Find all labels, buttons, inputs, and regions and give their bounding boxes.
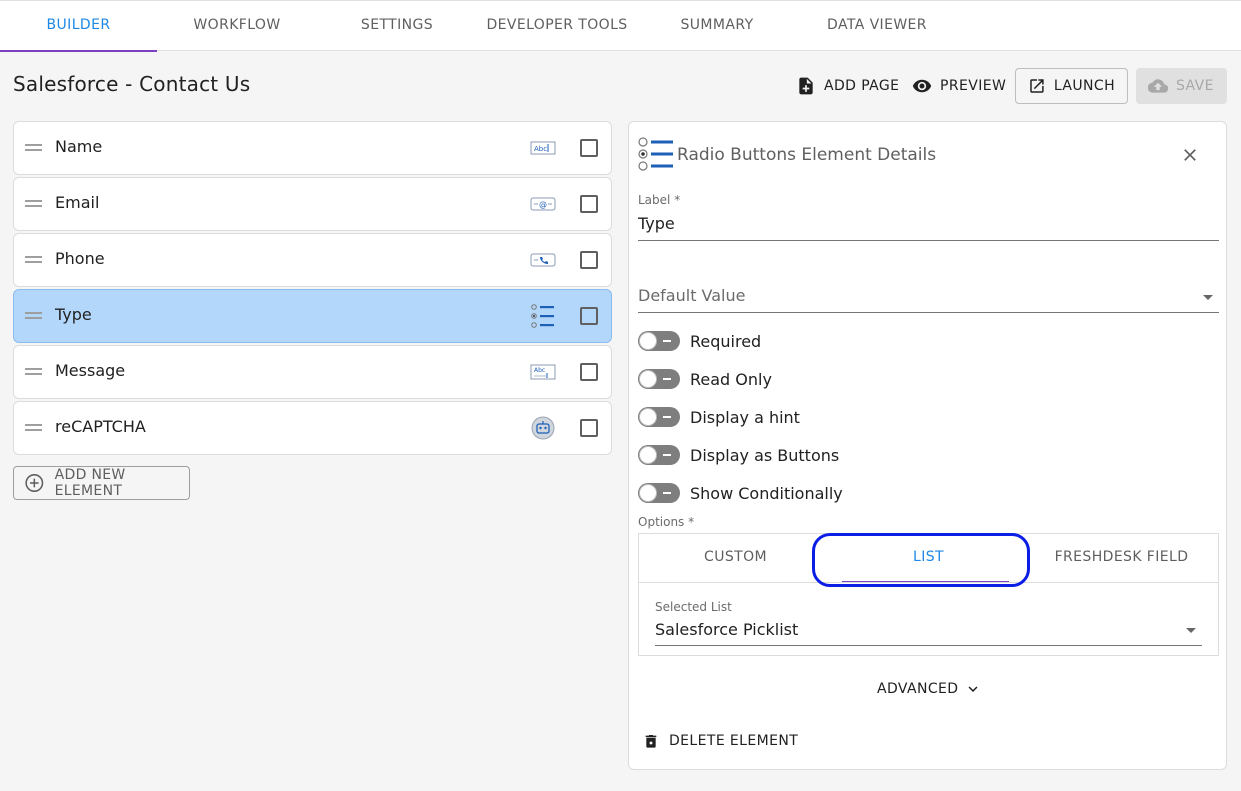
delete-icon: [645, 735, 657, 748]
element-details-panel: Radio Buttons Element Details Label * Ty…: [628, 121, 1227, 770]
page-title: Salesforce - Contact Us: [13, 72, 251, 96]
show-conditionally-toggle[interactable]: Show Conditionally: [638, 481, 843, 505]
element-label: Message: [55, 361, 126, 380]
add-page-button[interactable]: ADD PAGE: [788, 68, 907, 104]
text-field-icon: Abc: [530, 141, 556, 155]
element-row-name[interactable]: Name Abc: [13, 121, 612, 175]
delete-element-label: DELETE ELEMENT: [669, 733, 799, 749]
default-value-select[interactable]: Default Value: [638, 281, 1219, 313]
tab-developer-tools[interactable]: DEVELOPER TOOLS: [477, 2, 637, 51]
delete-element-button[interactable]: DELETE ELEMENT: [643, 732, 798, 750]
selected-list-value: Salesforce Picklist: [655, 620, 799, 639]
options-caption: Options *: [638, 515, 695, 529]
drag-handle-icon[interactable]: [25, 144, 42, 152]
panel-title: Radio Buttons Element Details: [677, 145, 937, 165]
tab-list[interactable]: LIST: [832, 534, 1025, 583]
add-new-element-label: ADD NEW ELEMENT: [54, 467, 126, 499]
toggle-label: Show Conditionally: [690, 483, 843, 503]
element-label: Name: [55, 137, 103, 156]
read-only-toggle[interactable]: Read Only: [638, 367, 772, 391]
tab-freshdesk-field[interactable]: FRESHDESK FIELD: [1025, 534, 1218, 583]
element-row-message[interactable]: Message Abc: [13, 345, 612, 399]
add-page-label: ADD PAGE: [824, 78, 900, 94]
dropdown-arrow-icon: [1186, 628, 1196, 633]
preview-button[interactable]: PREVIEW: [904, 68, 1014, 104]
element-label: reCAPTCHA: [55, 417, 146, 436]
svg-text:Abc: Abc: [534, 367, 545, 374]
radio-list-icon: [531, 304, 554, 328]
tab-settings[interactable]: SETTINGS: [317, 2, 477, 51]
tab-custom[interactable]: CUSTOM: [639, 534, 832, 583]
preview-label: PREVIEW: [940, 78, 1007, 94]
email-field-icon: @: [530, 197, 556, 211]
options-box: CUSTOM LIST FRESHDESK FIELD Selected Lis…: [638, 533, 1219, 656]
default-value-placeholder: Default Value: [638, 286, 746, 305]
radio-list-icon: [638, 137, 673, 171]
close-icon[interactable]: [1180, 145, 1200, 165]
element-checkbox[interactable]: [580, 251, 598, 269]
eye-icon: [912, 79, 932, 93]
save-button[interactable]: SAVE: [1136, 68, 1227, 104]
launch-button[interactable]: LAUNCH: [1015, 68, 1128, 104]
add-new-element-button[interactable]: ADD NEW ELEMENT: [13, 466, 190, 500]
open-in-new-icon: [1030, 79, 1044, 93]
drag-handle-icon[interactable]: [25, 200, 42, 208]
launch-label: LAUNCH: [1053, 78, 1115, 94]
toggle-switch[interactable]: [638, 331, 680, 351]
toggle-label: Display a hint: [690, 407, 800, 427]
drag-handle-icon[interactable]: [25, 424, 42, 432]
element-row-phone[interactable]: Phone: [13, 233, 612, 287]
element-row-recaptcha[interactable]: reCAPTCHA: [13, 401, 612, 455]
tab-divider: [639, 582, 1218, 583]
toggle-label: Required: [690, 331, 762, 351]
label-field-caption: Label *: [638, 193, 681, 207]
advanced-label: ADVANCED: [877, 681, 959, 697]
save-label: SAVE: [1176, 78, 1214, 94]
textarea-icon: Abc: [530, 364, 556, 380]
element-label: Phone: [55, 249, 105, 268]
element-checkbox[interactable]: [580, 419, 598, 437]
tab-workflow[interactable]: WORKFLOW: [157, 2, 317, 51]
toggle-switch[interactable]: [638, 483, 680, 503]
selected-list-select[interactable]: Salesforce Picklist: [655, 616, 1202, 646]
toggle-label: Display as Buttons: [690, 445, 840, 465]
add-circle-icon: [25, 474, 44, 492]
toggle-switch[interactable]: [638, 369, 680, 389]
element-checkbox[interactable]: [580, 195, 598, 213]
required-toggle[interactable]: Required: [638, 329, 761, 353]
top-tab-bar: BUILDER WORKFLOW SETTINGS DEVELOPER TOOL…: [0, 0, 1241, 52]
selected-list-caption: Selected List: [655, 600, 732, 614]
drag-handle-icon[interactable]: [25, 312, 42, 320]
toggle-switch[interactable]: [638, 407, 680, 427]
label-input[interactable]: Type: [638, 209, 1219, 241]
svg-text:@: @: [539, 200, 547, 209]
drag-handle-icon[interactable]: [25, 256, 42, 264]
robot-icon: [531, 416, 555, 440]
tab-data-viewer[interactable]: DATA VIEWER: [797, 2, 957, 51]
add-page-icon: [799, 77, 813, 95]
svg-text:Abc: Abc: [534, 145, 547, 153]
cloud-upload-icon: [1148, 79, 1168, 93]
tab-builder[interactable]: BUILDER: [0, 2, 157, 52]
toggle-switch[interactable]: [638, 445, 680, 465]
phone-field-icon: [530, 253, 556, 267]
drag-handle-icon[interactable]: [25, 368, 42, 376]
element-checkbox[interactable]: [580, 139, 598, 157]
display-as-buttons-toggle[interactable]: Display as Buttons: [638, 443, 839, 467]
display-hint-toggle[interactable]: Display a hint: [638, 405, 800, 429]
tab-summary[interactable]: SUMMARY: [637, 2, 797, 51]
element-row-type[interactable]: Type: [13, 289, 612, 343]
element-checkbox[interactable]: [580, 363, 598, 381]
element-checkbox[interactable]: [580, 307, 598, 325]
chevron-down-icon: [968, 686, 978, 692]
toggle-label: Read Only: [690, 369, 772, 389]
element-label: Type: [55, 305, 92, 324]
advanced-toggle[interactable]: ADVANCED: [877, 680, 982, 698]
dropdown-arrow-icon: [1203, 295, 1213, 300]
element-row-email[interactable]: Email @: [13, 177, 612, 231]
element-label: Email: [55, 193, 100, 212]
